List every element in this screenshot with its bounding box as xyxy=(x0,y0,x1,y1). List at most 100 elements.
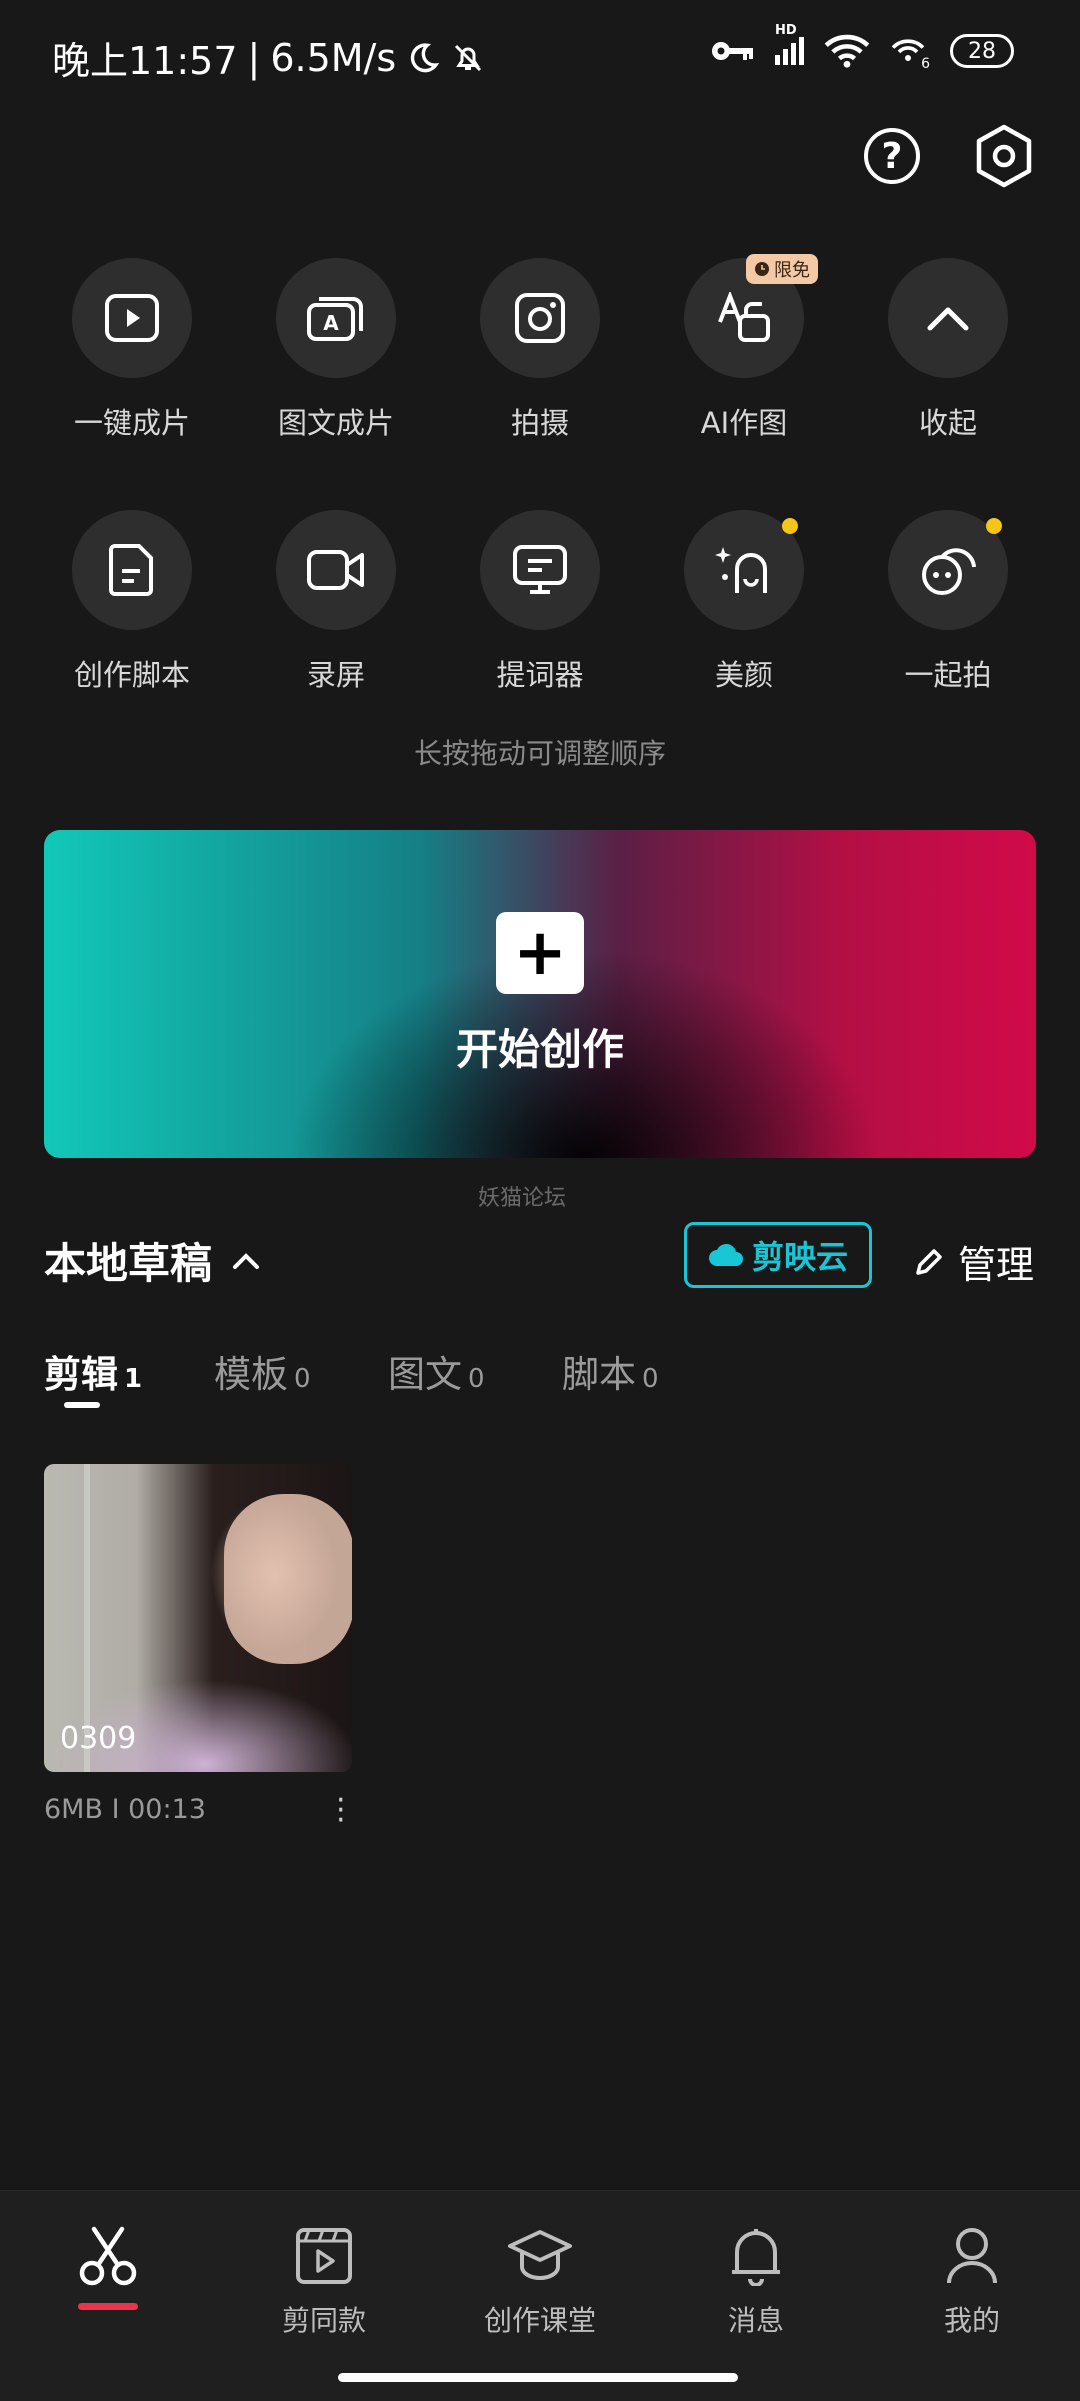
nav-label: 消息 xyxy=(727,2304,784,2337)
tool-ai-image[interactable]: 限免 AI作图 xyxy=(642,254,846,442)
chevron-up-icon xyxy=(927,307,969,331)
new-dot xyxy=(782,518,798,534)
teleprompter-icon xyxy=(513,545,567,594)
script-icon xyxy=(109,544,153,596)
tool-screen-record[interactable]: 录屏 xyxy=(234,510,438,694)
home-indicator[interactable] xyxy=(338,2373,738,2382)
tool-beauty[interactable]: 美颜 xyxy=(642,510,846,694)
status-speed: 6.5M/s xyxy=(270,35,397,80)
nav-label: 剪同款 xyxy=(281,2304,366,2337)
draft-name: 0309 xyxy=(60,1721,137,1756)
tool-label: 提词器 xyxy=(496,658,584,692)
tool-label: AI作图 xyxy=(700,406,788,440)
tab-count: 0 xyxy=(468,1364,485,1394)
tool-teleprompter[interactable]: 提词器 xyxy=(438,510,642,694)
hd-label: HD xyxy=(775,23,797,38)
drafts-title: 本地草稿 xyxy=(44,1239,213,1288)
nav-classroom[interactable]: 创作课堂 xyxy=(432,2221,648,2339)
tool-collapse[interactable]: 收起 xyxy=(846,258,1050,442)
tool-text-to-video[interactable]: A 图文成片 xyxy=(234,258,438,442)
tool-label: 录屏 xyxy=(306,658,365,692)
tab-template[interactable]: 模板 0 xyxy=(214,1344,311,1398)
status-separator: | xyxy=(247,35,261,80)
reorder-hint: 长按拖动可调整顺序 xyxy=(413,737,666,770)
nav-edit[interactable] xyxy=(0,2221,216,2299)
tool-shoot-together[interactable]: 一起拍 xyxy=(846,510,1050,694)
tool-label: 创作脚本 xyxy=(73,658,190,692)
hotspot-icon: 6 xyxy=(890,34,930,72)
beauty-icon xyxy=(715,547,767,593)
ai-image-icon xyxy=(718,292,770,342)
badge-label: 限免 xyxy=(774,260,810,281)
person-icon xyxy=(947,2228,997,2284)
start-creation-banner[interactable]: + 开始创作 xyxy=(44,830,1036,1158)
tool-label: 一键成片 xyxy=(73,406,190,440)
tab-label: 图文 xyxy=(388,1353,462,1396)
camera-icon xyxy=(515,293,565,343)
nav-templates[interactable]: 剪同款 xyxy=(216,2221,432,2339)
key-icon xyxy=(712,42,753,60)
draft-meta: 6MB Ι 00:13 xyxy=(44,1794,206,1825)
tool-label: 一起拍 xyxy=(904,658,992,692)
tool-label: 拍摄 xyxy=(510,406,569,440)
screen-record-icon xyxy=(307,550,364,590)
moon-icon xyxy=(410,42,440,72)
tool-label: 收起 xyxy=(918,406,977,440)
tab-label: 剪辑 xyxy=(44,1353,118,1396)
nav-label: 我的 xyxy=(943,2304,1000,2337)
new-dot xyxy=(986,518,1002,534)
plus-icon: + xyxy=(496,912,584,994)
nav-profile[interactable]: 我的 xyxy=(864,2221,1080,2339)
nav-label: 创作课堂 xyxy=(483,2304,596,2337)
tab-graphic[interactable]: 图文 0 xyxy=(388,1344,485,1398)
status-time: 晚上11:57 xyxy=(52,39,238,83)
cloud-button-label: 剪映云 xyxy=(751,1238,848,1276)
tool-one-click-video[interactable]: 一键成片 xyxy=(30,258,234,442)
nav-messages[interactable]: 消息 xyxy=(648,2221,864,2339)
face-shape xyxy=(224,1494,352,1664)
tab-count: 0 xyxy=(642,1364,659,1394)
play-icon xyxy=(105,294,159,342)
text-to-video-icon: A xyxy=(307,297,363,341)
active-tab-indicator xyxy=(64,1402,100,1408)
draft-thumbnail[interactable]: 0309 xyxy=(44,1464,352,1772)
tool-label: 美颜 xyxy=(714,658,773,692)
tool-camera[interactable]: 拍摄 xyxy=(438,258,642,442)
pencil-icon xyxy=(916,1248,942,1275)
scissors-icon xyxy=(79,2226,137,2286)
cloud-button[interactable]: 剪映云 xyxy=(684,1222,872,1288)
manage-label: 管理 xyxy=(958,1243,1035,1287)
manage-button[interactable]: 管理 xyxy=(912,1234,1034,1289)
status-bar-left: 晚上11:57 | 6.5M/s xyxy=(52,30,486,85)
bottom-nav: 剪同款 创作课堂 消息 我的 xyxy=(0,2190,1080,2401)
cloud-icon xyxy=(708,1243,743,1266)
battery-indicator: 28 xyxy=(950,34,1014,68)
bell-icon xyxy=(732,2229,780,2286)
svg-text:A: A xyxy=(323,311,339,335)
active-nav-indicator xyxy=(78,2303,138,2310)
status-bar-right: HD 6 28 xyxy=(709,23,1014,72)
clock-icon xyxy=(755,262,769,276)
tab-edit[interactable]: 剪辑 1 xyxy=(44,1344,142,1398)
template-film-icon xyxy=(296,2228,352,2284)
drafts-section-toggle[interactable]: 本地草稿 xyxy=(44,1230,260,1291)
alarm-off-icon xyxy=(455,44,482,71)
tab-label: 模板 xyxy=(214,1353,288,1396)
network-sub-label: 6 xyxy=(921,56,930,72)
tab-count: 0 xyxy=(294,1364,311,1394)
free-badge: 限免 xyxy=(746,254,818,284)
signal-icon: HD xyxy=(775,23,804,65)
tab-script[interactable]: 脚本 0 xyxy=(562,1344,659,1398)
chevron-up-icon xyxy=(233,1252,260,1269)
tool-label: 图文成片 xyxy=(277,406,394,440)
more-options-icon[interactable]: · · · xyxy=(336,1786,346,1836)
tool-script[interactable]: 创作脚本 xyxy=(30,510,234,694)
start-creation-label: 开始创作 xyxy=(455,1025,624,1074)
shoot-together-icon xyxy=(922,548,976,595)
settings-icon[interactable] xyxy=(974,124,1034,192)
help-icon[interactable]: ? xyxy=(864,128,920,184)
graduation-cap-icon xyxy=(508,2230,572,2281)
tab-label: 脚本 xyxy=(562,1353,636,1396)
tab-count: 1 xyxy=(124,1364,143,1394)
watermark: 妖猫论坛 xyxy=(478,1186,567,1211)
